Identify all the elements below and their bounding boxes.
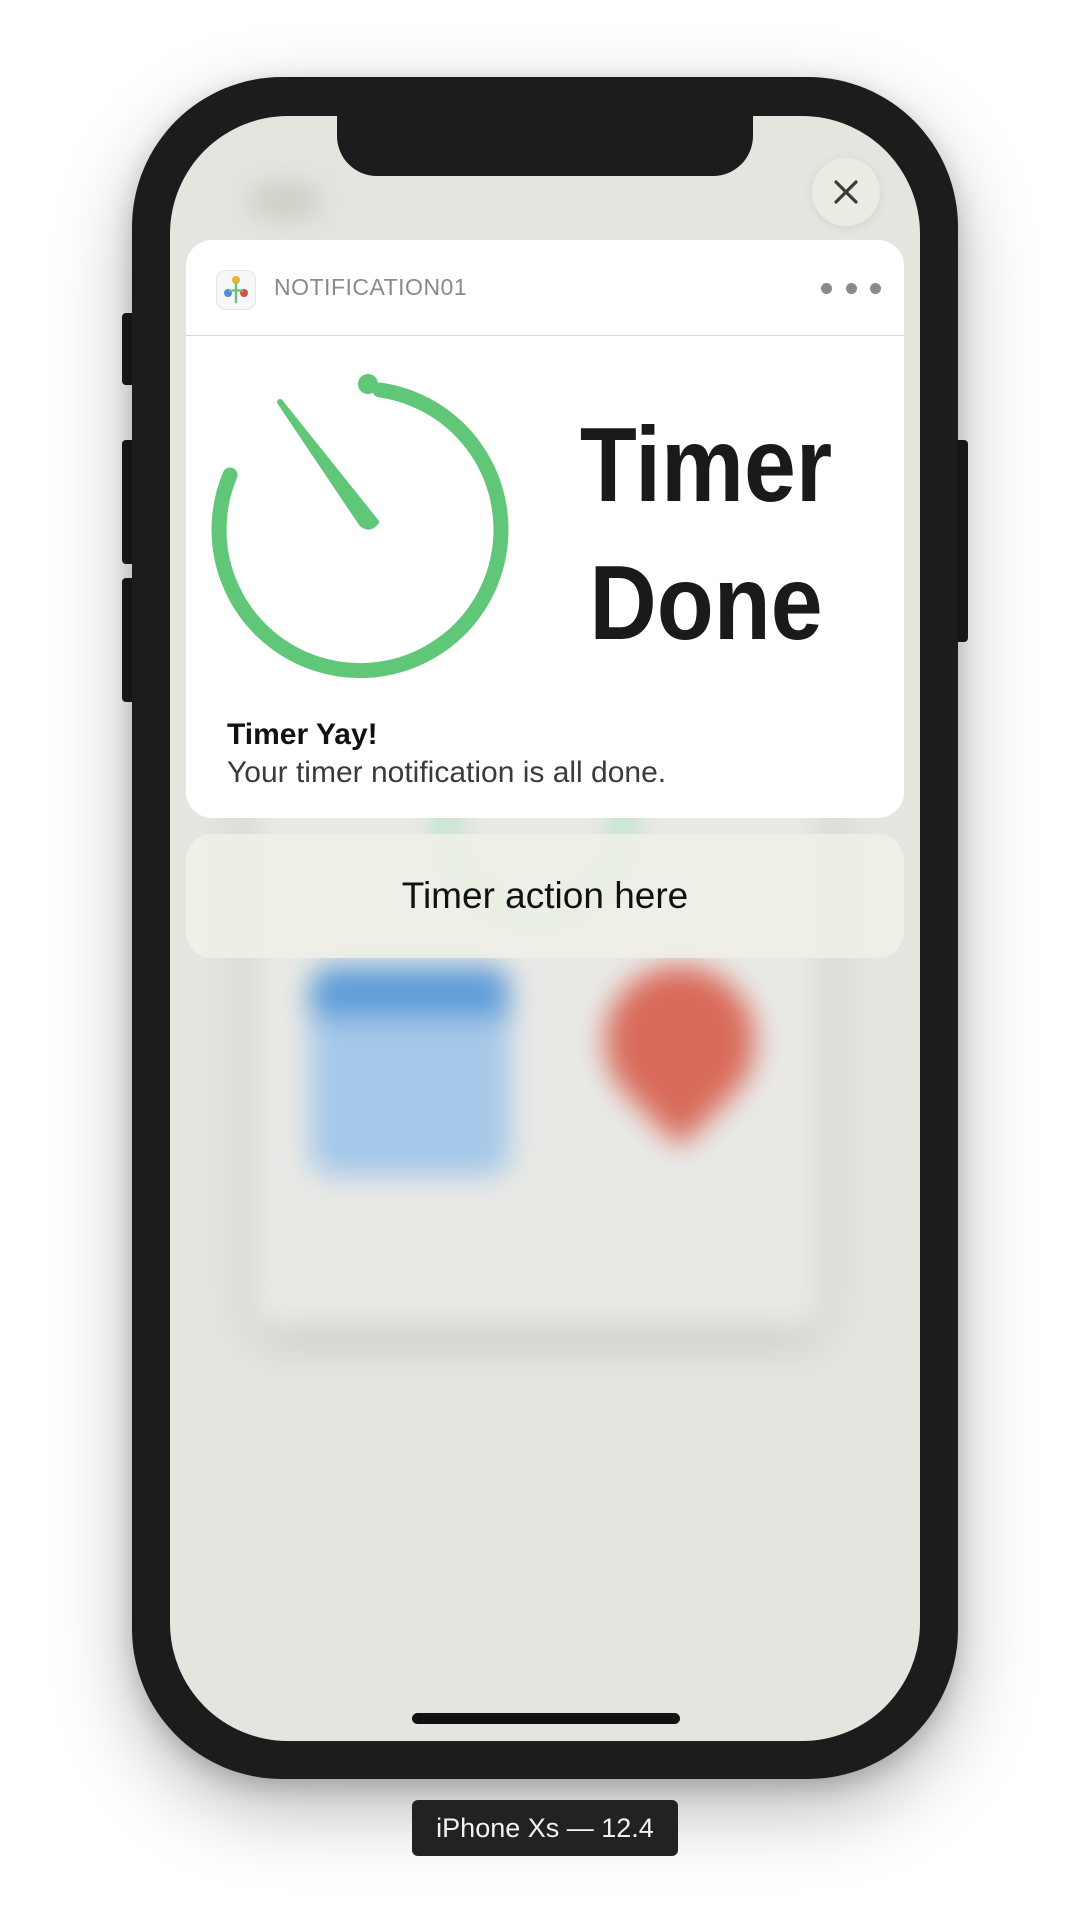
notification-title: Timer Yay! <box>227 718 378 751</box>
more-icon <box>821 282 832 294</box>
device-label: iPhone Xs — 12.4 <box>412 1800 678 1856</box>
blurred-status-item <box>250 186 320 216</box>
timer-text-line2: Done <box>589 544 823 662</box>
timer-icon <box>211 374 509 679</box>
timer-action-label: Timer action here <box>401 875 689 916</box>
home-indicator[interactable] <box>412 1713 680 1724</box>
more-options-button[interactable] <box>821 270 881 306</box>
phone-screen: NOTIFICATION01 Timer Done Timer Yay! You… <box>170 116 920 1741</box>
blurred-calendar-header <box>310 966 510 1016</box>
notification-image: Timer Done <box>186 336 904 686</box>
simulator-stage: NOTIFICATION01 Timer Done Timer Yay! You… <box>0 0 1090 1928</box>
close-button[interactable] <box>812 158 880 226</box>
timer-done-text: Timer Done <box>548 396 865 672</box>
timer-action-button[interactable]: Timer action here <box>186 834 904 958</box>
close-icon <box>834 180 858 204</box>
notification-body: Your timer notification is all done. <box>227 756 667 789</box>
notch <box>337 116 753 176</box>
timer-text-line1: Timer <box>579 406 833 524</box>
more-icon-dot <box>870 282 881 294</box>
app-name: NOTIFICATION01 <box>274 274 468 300</box>
notification-header: NOTIFICATION01 <box>186 240 904 336</box>
device-label-text: iPhone Xs — 12.4 <box>436 1812 654 1843</box>
app-icon <box>216 270 256 310</box>
more-icon-dot <box>845 282 857 294</box>
notification-card[interactable]: NOTIFICATION01 Timer Done Timer Yay! You… <box>186 240 904 818</box>
